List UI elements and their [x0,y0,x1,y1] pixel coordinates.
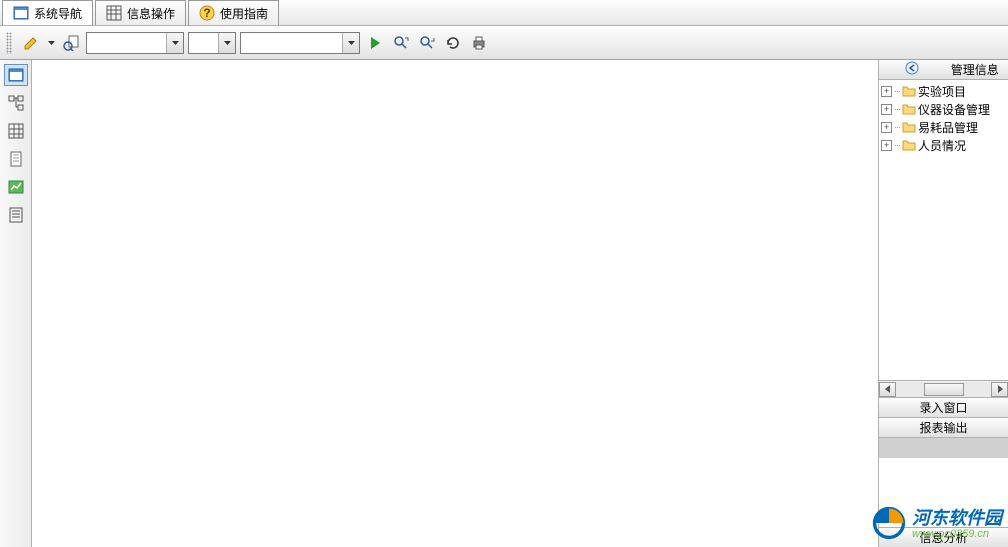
tab-system-nav[interactable]: 系统导航 [2,0,93,25]
scroll-right-icon[interactable] [991,382,1008,397]
strip-form-button[interactable] [4,204,28,226]
tree-expander[interactable]: + [881,104,892,115]
accordion-report-output[interactable]: 报表输出 [879,417,1008,437]
combo-3[interactable] [240,32,360,54]
folder-icon [902,103,916,115]
accordion-blank[interactable] [879,437,1008,457]
strip-tree-button[interactable] [4,92,28,114]
tree-expander[interactable]: + [881,140,892,151]
scroll-thumb[interactable] [924,383,964,396]
chevron-down-icon [166,33,183,53]
panel-header: 管理信息 [879,60,1008,80]
tree-expander[interactable]: + [881,86,892,97]
find-next-button[interactable] [416,32,438,54]
zoom-page-button[interactable] [60,32,82,54]
tree-item[interactable]: + ··· 人员情况 [879,136,1008,154]
tab-bar: 系统导航 信息操作 ? 使用指南 [0,0,1008,26]
body-area: 管理信息 + ··· 实验项目 + ··· 仪器设备管理 + ··· 易耗品管理 [0,60,1008,547]
panel-title: 管理信息 [946,61,1005,78]
collapse-icon[interactable] [883,61,942,78]
folder-icon [902,139,916,151]
tab-help-guide[interactable]: ? 使用指南 [188,0,279,25]
panel-scrollbar[interactable] [879,380,1008,397]
strip-grid-button[interactable] [4,120,28,142]
tree-expander[interactable]: + [881,122,892,133]
refresh-button[interactable] [442,32,464,54]
toolbar-grip[interactable] [6,32,12,54]
svg-text:?: ? [203,6,210,20]
accordion-info-analysis[interactable]: 信息分析 [879,527,1008,547]
tab-label: 使用指南 [220,5,268,22]
strip-chart-button[interactable] [4,176,28,198]
tree-item[interactable]: + ··· 易耗品管理 [879,118,1008,136]
accordion-input-window[interactable]: 录入窗口 [879,397,1008,417]
panel-spacer [879,457,1008,527]
window-icon [13,5,29,21]
left-strip [0,60,32,547]
tab-label: 系统导航 [34,5,82,22]
combo-1[interactable] [86,32,184,54]
tree-view[interactable]: + ··· 实验项目 + ··· 仪器设备管理 + ··· 易耗品管理 + ··… [879,80,1008,380]
chevron-down-icon [342,33,359,53]
print-button[interactable] [468,32,490,54]
right-panel: 管理信息 + ··· 实验项目 + ··· 仪器设备管理 + ··· 易耗品管理 [878,60,1008,547]
toolbar [0,26,1008,60]
tab-label: 信息操作 [127,5,175,22]
find-prev-button[interactable] [390,32,412,54]
chevron-down-icon [218,33,235,53]
help-icon: ? [199,5,215,21]
edit-pencil-button[interactable] [20,32,42,54]
run-button[interactable] [364,32,386,54]
folder-icon [902,85,916,97]
scroll-left-icon[interactable] [879,382,896,397]
edit-dropdown[interactable] [46,41,56,45]
tree-item[interactable]: + ··· 仪器设备管理 [879,100,1008,118]
folder-icon [902,121,916,133]
tree-item[interactable]: + ··· 实验项目 [879,82,1008,100]
tab-info-ops[interactable]: 信息操作 [95,0,186,25]
main-canvas [32,60,878,547]
strip-window-button[interactable] [4,64,28,86]
combo-2[interactable] [188,32,236,54]
strip-document-button[interactable] [4,148,28,170]
grid-icon [106,5,122,21]
